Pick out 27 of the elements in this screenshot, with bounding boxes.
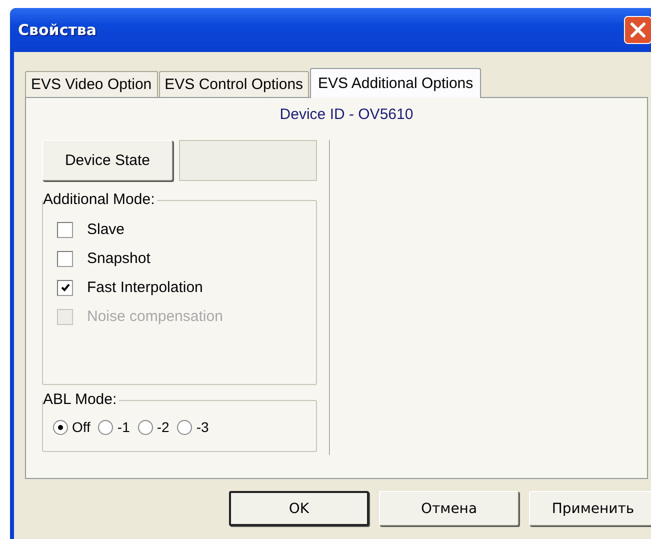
checkbox-label: Fast Interpolation	[87, 279, 203, 296]
checkbox-label: Slave	[87, 221, 125, 238]
radio-button[interactable]	[98, 420, 114, 434]
window-title: Свойства	[18, 21, 97, 39]
checkbox-label: Noise compensation	[87, 308, 223, 325]
checkbox[interactable]	[57, 250, 73, 266]
radio-label: Off	[72, 419, 90, 435]
checkbox[interactable]	[57, 280, 73, 296]
dialog-button[interactable]: Применить	[529, 491, 651, 526]
radio-button[interactable]	[53, 420, 68, 434]
radio-label: -1	[117, 419, 130, 435]
device-state-button[interactable]: Device State	[42, 140, 173, 181]
dialog-button[interactable]: Отмена	[379, 491, 519, 526]
dialog-button[interactable]: OK	[229, 491, 369, 526]
close-button[interactable]	[624, 16, 651, 44]
checkbox[interactable]	[57, 222, 73, 238]
checkbox-label: Snapshot	[87, 250, 150, 267]
radio-label: -3	[196, 419, 209, 435]
device-id-label: Device ID - OV5610	[278, 106, 414, 125]
tab[interactable]: EVS Control Options	[158, 71, 310, 97]
radio-label: -2	[156, 419, 170, 435]
tab[interactable]: EVS Video Option	[25, 71, 158, 97]
check-icon	[60, 283, 70, 292]
radio-button[interactable]	[177, 420, 192, 434]
close-icon	[629, 21, 647, 39]
tab[interactable]: EVS Additional Options	[310, 68, 482, 98]
radio-button[interactable]	[138, 420, 153, 434]
